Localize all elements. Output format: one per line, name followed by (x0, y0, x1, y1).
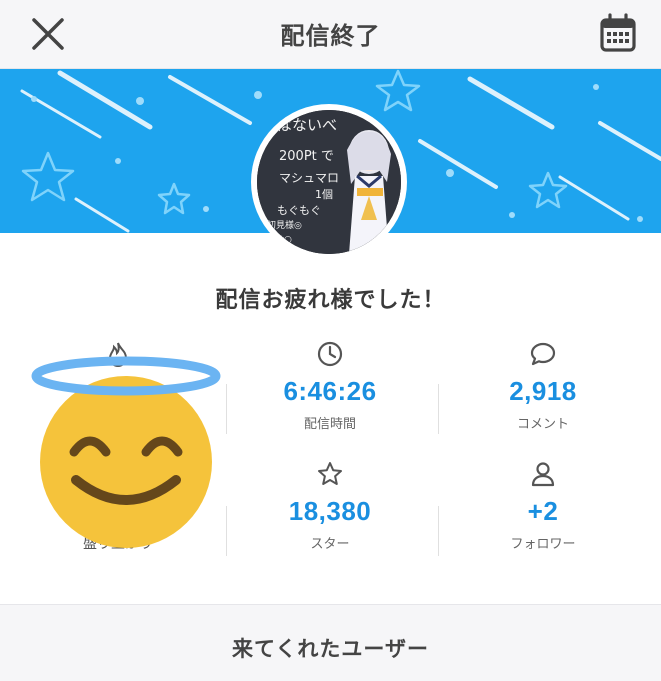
person-icon (531, 462, 555, 487)
visitors-section[interactable]: 来てくれたユーザー (0, 604, 661, 681)
stat-value: +2 (527, 496, 559, 526)
divider (438, 506, 439, 556)
stat-label: スター (310, 537, 350, 552)
board-text-5: もぐもぐ (277, 204, 321, 217)
avatar-image: ばないべ 200Pt で マシュマロ 1個 もぐもぐ 初見様◎ Pt○ (257, 110, 401, 254)
star-icon (318, 462, 342, 485)
divider (226, 506, 227, 556)
calendar-button[interactable] (597, 12, 639, 54)
top-bar: 配信終了 (0, 0, 661, 69)
stat-label: 配信時間 (303, 417, 356, 432)
stat-comments: 2,918 コメント (433, 340, 653, 432)
board-text-1: ばないべ (277, 116, 337, 134)
streamer-avatar[interactable]: ばないべ 200Pt で マシュマロ 1個 もぐもぐ 初見様◎ Pt○ (251, 104, 407, 260)
stat-label: コメント (516, 417, 569, 432)
board-text-4: 1個 (315, 188, 333, 201)
board-text-2: 200Pt で (279, 149, 334, 164)
board-text-7: Pt○ (275, 235, 292, 245)
comment-icon (530, 342, 556, 366)
stat-value: 6:46:26 (283, 376, 377, 406)
stat-value: 2,918 (509, 376, 577, 406)
divider (226, 384, 227, 434)
page-title: 配信終了 (280, 22, 381, 50)
smiling-face-with-halo-icon (28, 352, 224, 548)
calendar-icon (600, 13, 636, 52)
board-text-3: マシュマロ (279, 171, 339, 185)
divider (438, 384, 439, 434)
board-text-6: 初見様◎ (267, 219, 302, 231)
stat-followers: +2 フォロワー (433, 460, 653, 552)
stat-stars: 18,380 スター (220, 460, 440, 552)
visitors-title: 来てくれたユーザー (232, 637, 429, 661)
thanks-message: 配信お疲れ様でした！ (215, 288, 446, 313)
stat-label: フォロワー (510, 537, 576, 552)
stat-stream-time: 6:46:26 配信時間 (220, 340, 440, 432)
stat-value: 18,380 (288, 496, 372, 526)
clock-icon (317, 341, 343, 367)
